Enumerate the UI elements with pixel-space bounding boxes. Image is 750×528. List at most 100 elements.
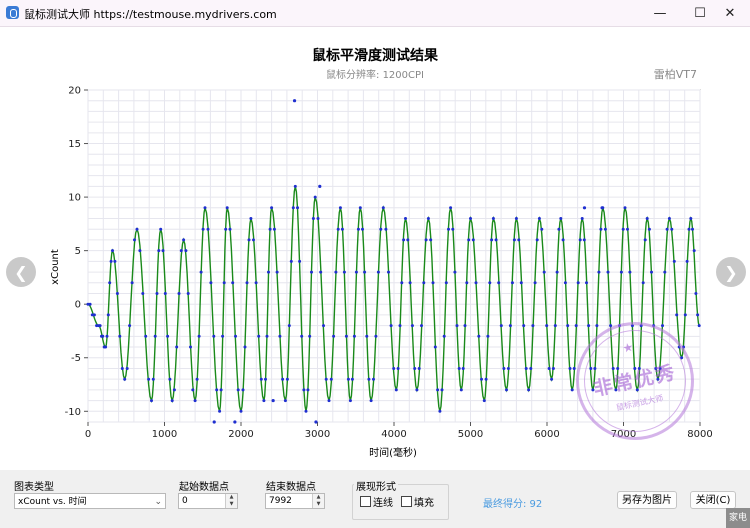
data-point xyxy=(239,409,243,413)
data-point xyxy=(179,249,183,253)
data-point xyxy=(597,270,601,274)
x-tick-label: 6000 xyxy=(534,429,559,440)
data-point xyxy=(361,227,364,231)
data-point xyxy=(314,420,318,424)
data-point xyxy=(623,206,627,210)
data-point xyxy=(101,334,105,338)
y-tick-label: -5 xyxy=(71,353,81,364)
data-point xyxy=(667,217,671,220)
data-point xyxy=(191,388,195,392)
data-point xyxy=(236,388,240,392)
data-point xyxy=(467,238,471,242)
data-point xyxy=(477,334,481,338)
data-point xyxy=(645,217,649,220)
data-point xyxy=(683,313,687,317)
start-point-input[interactable]: 0 ▲ ▼ xyxy=(178,493,238,509)
data-point xyxy=(643,238,647,242)
data-point xyxy=(342,270,346,274)
end-point-stepper[interactable]: ▲ ▼ xyxy=(312,494,324,508)
data-point xyxy=(218,409,222,413)
data-point xyxy=(519,281,523,285)
final-score: 最终得分: 92 xyxy=(483,499,543,510)
data-point xyxy=(123,377,127,381)
data-point xyxy=(379,227,383,231)
data-point xyxy=(457,367,461,370)
close-icon[interactable]: ✕ xyxy=(710,0,750,26)
data-point xyxy=(413,367,417,370)
data-point xyxy=(531,324,535,328)
data-point xyxy=(224,227,228,231)
next-chart-icon[interactable]: ❯ xyxy=(716,257,746,287)
data-point xyxy=(334,270,338,274)
data-point xyxy=(465,281,469,285)
data-point xyxy=(215,388,219,392)
chart-type-select[interactable]: xCount vs. 时间 ⌄ xyxy=(14,493,166,509)
data-point xyxy=(650,270,653,274)
data-point xyxy=(163,292,167,295)
close-button[interactable]: 关闭(C) xyxy=(690,491,736,509)
data-point xyxy=(449,206,453,210)
data-point xyxy=(302,388,306,392)
data-point xyxy=(311,217,315,220)
data-point xyxy=(319,270,323,274)
data-point xyxy=(455,324,459,328)
data-point xyxy=(150,399,153,403)
data-point xyxy=(426,217,430,220)
minimize-icon[interactable]: — xyxy=(640,0,680,26)
data-point xyxy=(212,334,216,338)
data-point xyxy=(111,249,114,253)
y-tick-label: 20 xyxy=(68,86,81,97)
data-point xyxy=(287,324,291,328)
prev-chart-icon[interactable]: ❮ xyxy=(6,257,36,287)
data-point xyxy=(524,367,528,370)
end-point-input[interactable]: 7992 ▲ ▼ xyxy=(265,493,325,509)
data-point xyxy=(106,313,110,317)
data-point xyxy=(440,388,444,392)
data-point xyxy=(410,324,414,328)
data-point xyxy=(168,377,172,381)
data-point xyxy=(151,377,155,381)
data-point xyxy=(170,399,174,403)
data-point xyxy=(275,270,279,274)
data-point xyxy=(338,206,342,210)
x-tick-label: 3000 xyxy=(305,429,330,440)
data-point xyxy=(206,227,210,231)
data-point xyxy=(358,206,362,210)
data-point xyxy=(486,334,490,338)
data-point xyxy=(182,238,186,242)
data-point xyxy=(363,270,367,274)
data-point xyxy=(537,217,541,220)
data-point xyxy=(561,238,565,242)
data-point xyxy=(278,334,282,338)
end-point-value: 7992 xyxy=(269,496,292,506)
data-point xyxy=(396,367,400,370)
data-point xyxy=(318,184,322,188)
data-point xyxy=(400,281,404,285)
x-axis-label: 时间(毫秒) xyxy=(369,446,417,459)
y-tick-label: -10 xyxy=(65,407,81,418)
data-point xyxy=(247,238,251,242)
data-point xyxy=(585,281,588,285)
fill-checkbox[interactable] xyxy=(401,496,412,507)
data-point xyxy=(128,324,132,328)
data-point xyxy=(540,227,544,231)
data-point xyxy=(665,227,669,231)
data-point xyxy=(389,324,393,328)
data-point xyxy=(398,324,402,328)
line-checkbox[interactable] xyxy=(360,496,371,507)
data-point xyxy=(147,377,151,381)
data-point xyxy=(517,238,521,242)
x-tick-label: 8000 xyxy=(687,429,712,440)
data-point xyxy=(141,292,145,295)
data-point xyxy=(177,292,181,295)
data-point xyxy=(547,367,551,370)
data-point xyxy=(270,206,274,210)
data-point xyxy=(533,281,537,285)
data-point xyxy=(392,367,396,370)
save-image-button[interactable]: 另存为图片 xyxy=(617,491,677,509)
data-point xyxy=(133,238,136,242)
watermark-logo: 家电 xyxy=(726,508,750,528)
data-point xyxy=(570,388,574,392)
start-point-stepper[interactable]: ▲ ▼ xyxy=(225,494,237,508)
data-point xyxy=(482,399,486,403)
